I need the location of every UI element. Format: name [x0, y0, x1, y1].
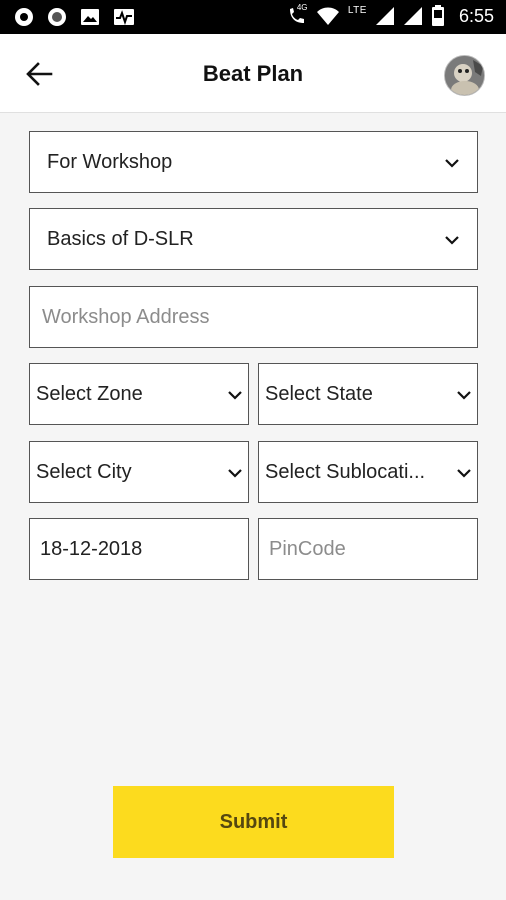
network-label: LTE — [347, 4, 367, 16]
circle-notification-icon — [15, 8, 33, 26]
wifi-call-icon: 4G — [286, 3, 308, 27]
chevron-down-icon — [445, 159, 459, 168]
workshop-topic-value: Basics of D-SLR — [47, 227, 194, 250]
sublocation-value: Select Sublocati... — [265, 460, 426, 483]
zone-select[interactable]: Select Zone — [29, 363, 249, 425]
wifi-icon — [316, 7, 339, 25]
workshop-address-placeholder: Workshop Address — [42, 305, 210, 328]
zone-value: Select Zone — [36, 382, 143, 405]
date-field[interactable]: 18-12-2018 — [29, 518, 249, 580]
event-type-dropdown[interactable]: For Workshop — [29, 131, 478, 193]
chevron-down-icon — [228, 391, 242, 400]
pulse-icon — [114, 9, 134, 26]
city-select[interactable]: Select City — [29, 441, 249, 503]
workshop-topic-dropdown[interactable]: Basics of D-SLR — [29, 208, 478, 270]
chevron-down-icon — [457, 391, 471, 400]
badge-4g: 4G — [296, 3, 308, 12]
date-value: 18-12-2018 — [40, 537, 143, 560]
chevron-down-icon — [228, 469, 242, 478]
avatar[interactable] — [444, 55, 485, 96]
signal-icon — [403, 7, 422, 25]
city-value: Select City — [36, 460, 132, 483]
user-avatar-icon — [445, 56, 484, 95]
image-icon — [81, 9, 99, 25]
event-type-value: For Workshop — [47, 150, 173, 173]
workshop-address-input[interactable]: Workshop Address — [29, 286, 478, 348]
clock: 6:55 — [458, 5, 494, 26]
battery-icon — [431, 5, 444, 26]
status-bar: 4G LTE 6:55 — [0, 0, 506, 34]
state-select[interactable]: Select State — [258, 363, 478, 425]
circle-notification-icon — [48, 8, 66, 26]
page-title: Beat Plan — [202, 61, 304, 86]
chevron-down-icon — [445, 236, 459, 245]
state-value: Select State — [265, 382, 373, 405]
pincode-input[interactable]: PinCode — [258, 518, 478, 580]
chevron-down-icon — [457, 469, 471, 478]
pincode-placeholder: PinCode — [269, 537, 346, 560]
sublocation-select[interactable]: Select Sublocati... — [258, 441, 478, 503]
app-bar: Beat Plan — [0, 34, 506, 113]
signal-icon — [375, 7, 394, 25]
submit-button[interactable]: Submit — [113, 786, 394, 858]
